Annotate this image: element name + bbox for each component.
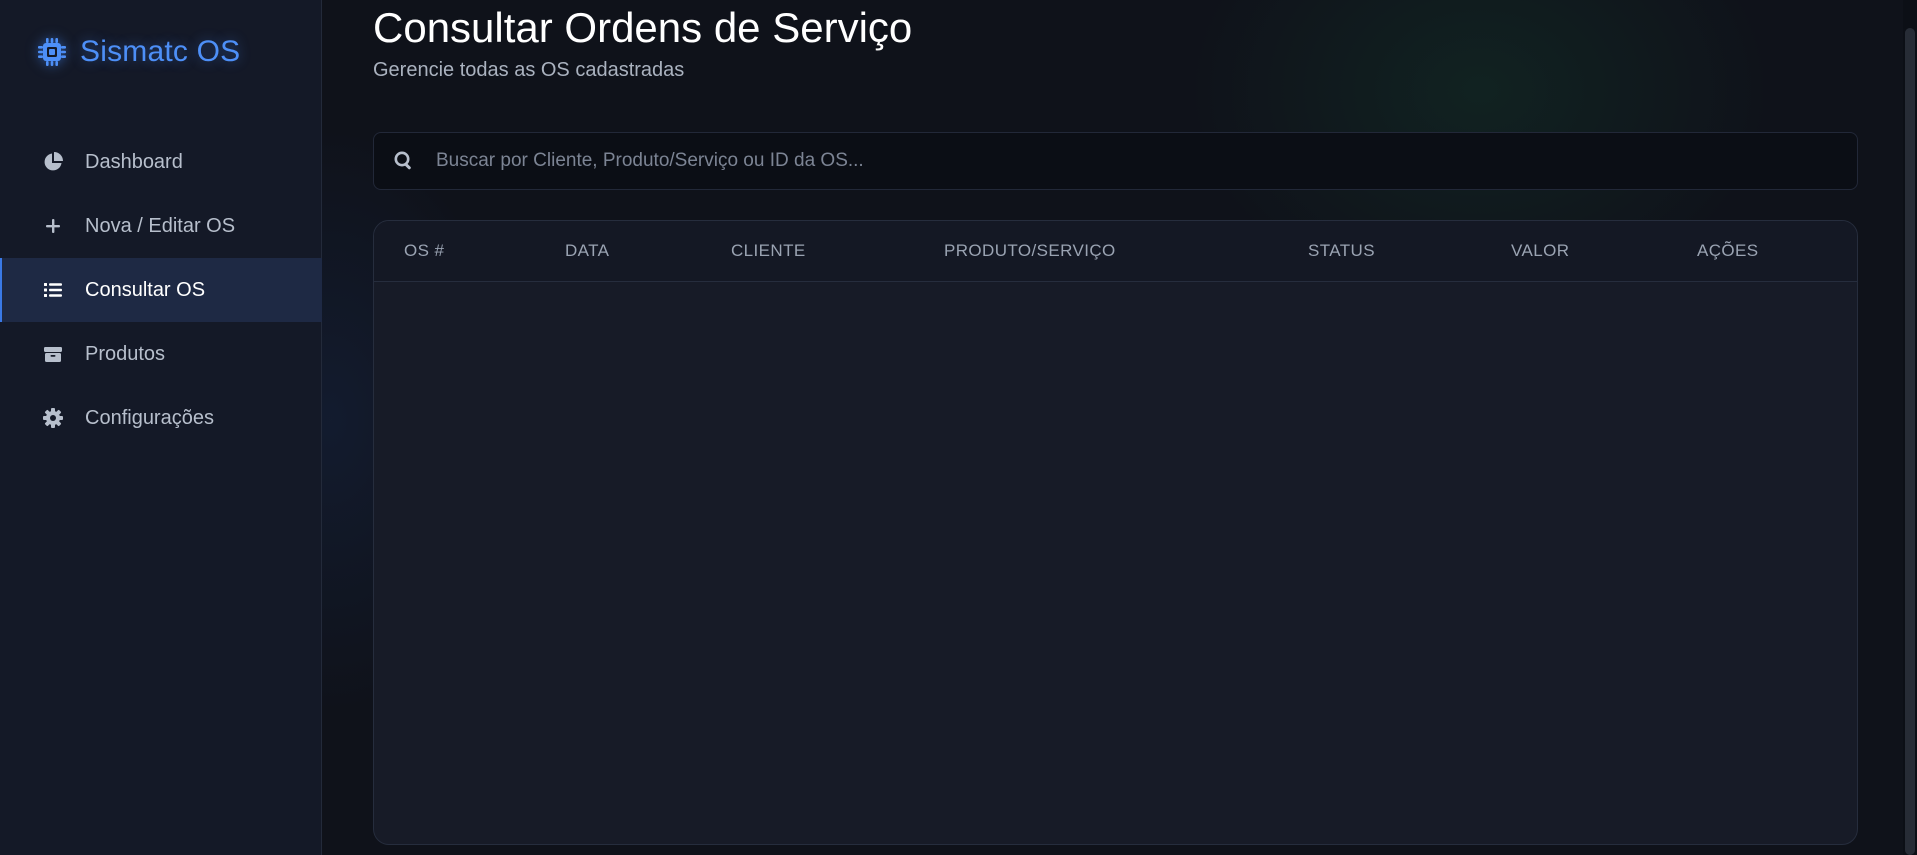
sidebar-item-label: Consultar OS [85,278,206,301]
sidebar-item-label: Configurações [85,406,214,429]
column-header-os[interactable]: OS # [404,221,444,281]
cpu-chip-icon [36,36,68,68]
page-title: Consultar Ordens de Serviço [373,4,913,51]
sidebar-item-label: Dashboard [85,150,183,173]
brand-title: Sismatc OS [80,35,241,68]
table-body [374,282,1857,844]
sidebar-item-label: Produtos [85,342,166,365]
list-icon [42,279,64,301]
search-icon [392,149,416,173]
search-bar[interactable] [373,132,1858,190]
scrollbar-thumb[interactable] [1905,28,1915,855]
search-input[interactable] [434,132,1857,190]
sidebar-item-produtos[interactable]: Produtos [0,322,322,386]
sidebar-item-dashboard[interactable]: Dashboard [0,130,322,194]
gear-icon [42,407,64,429]
sidebar-item-configuracoes[interactable]: Configurações [0,386,322,450]
column-header-produto-servico[interactable]: PRODUTO/SERVIÇO [944,221,1116,281]
column-header-cliente[interactable]: CLIENTE [731,221,806,281]
pie-chart-icon [42,151,64,173]
page-subtitle: Gerencie todas as OS cadastradas [373,59,685,81]
column-header-data[interactable]: DATA [565,221,609,281]
plus-icon [42,215,64,237]
app-window: Sismatc OS Dashboard Nova / Editar OS Co… [0,0,1917,855]
sidebar-item-nova-editar-os[interactable]: Nova / Editar OS [0,194,322,258]
brand[interactable]: Sismatc OS [36,32,240,72]
column-header-status[interactable]: STATUS [1308,221,1375,281]
sidebar-item-label: Nova / Editar OS [85,214,236,237]
sidebar-nav: Dashboard Nova / Editar OS Consultar OS … [0,130,322,450]
table-header: OS # DATA CLIENTE PRODUTO/SERVIÇO STATUS… [374,221,1857,282]
page-scrollbar[interactable] [1903,0,1917,855]
column-header-valor[interactable]: VALOR [1511,221,1569,281]
column-header-acoes: AÇÕES [1697,241,1759,260]
orders-table: OS # DATA CLIENTE PRODUTO/SERVIÇO STATUS… [373,220,1858,845]
box-icon [42,343,64,365]
sidebar: Sismatc OS Dashboard Nova / Editar OS Co… [0,0,322,855]
sidebar-item-consultar-os[interactable]: Consultar OS [0,258,322,322]
